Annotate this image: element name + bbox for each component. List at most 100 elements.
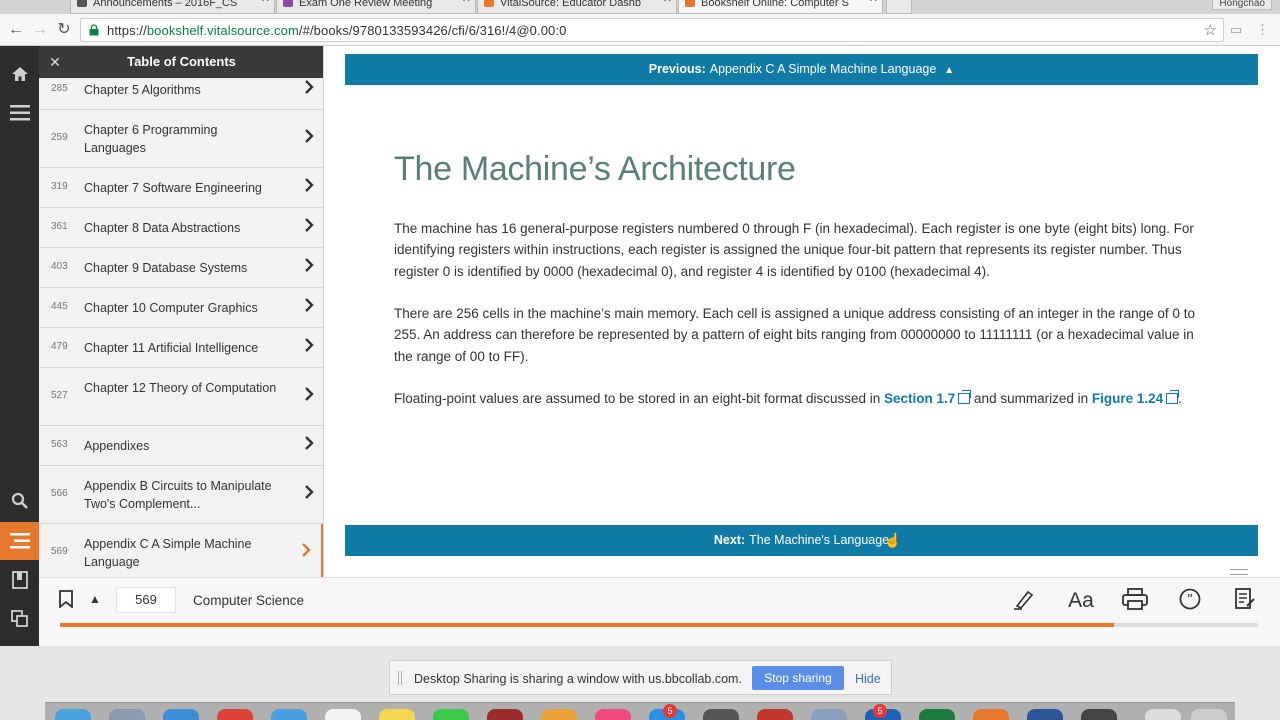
cast-extension-icon[interactable]: ▭	[1230, 22, 1242, 38]
browser-tab[interactable]: Announcements – 2016F_CS ✕	[70, 0, 275, 14]
chevron-right-icon[interactable]	[304, 258, 314, 277]
finder-icon[interactable]	[55, 709, 91, 720]
stop-sharing-button[interactable]: Stop sharing	[752, 666, 844, 690]
toc-item[interactable]: 403 Chapter 9 Database Systems	[39, 248, 323, 288]
text-size-icon[interactable]: Aa	[1064, 588, 1098, 614]
notification-badge: 5	[663, 704, 677, 718]
toc-item[interactable]: 361 Chapter 8 Data Abstractions	[39, 208, 323, 248]
launchpad-icon[interactable]	[109, 709, 145, 720]
new-tab-button[interactable]	[886, 0, 912, 14]
photos-icon[interactable]	[541, 709, 577, 720]
firefox-icon[interactable]	[973, 709, 1009, 720]
menu-icon[interactable]	[0, 94, 39, 132]
browser-tab[interactable]: Exam One Review Meeting ✕	[276, 0, 476, 14]
toc-item[interactable]: 319 Chapter 7 Software Engineering	[39, 168, 323, 208]
toc-item-page: 445	[51, 301, 68, 312]
paragraph-text: and summarized in	[970, 391, 1092, 406]
close-tab-icon[interactable]: ✕	[663, 0, 672, 5]
toc-icon[interactable]	[0, 522, 39, 560]
forward-arrow-icon[interactable]: →	[30, 20, 50, 40]
chevron-up-icon[interactable]: ▲	[89, 592, 101, 606]
profile-button[interactable]: Hongchao	[1212, 0, 1272, 10]
chevron-right-icon[interactable]	[304, 129, 314, 148]
toc-item-page: 361	[51, 221, 68, 232]
external-link-icon	[1166, 390, 1180, 404]
documents-folder-icon[interactable]	[1145, 709, 1181, 720]
next-section-button[interactable]: Next: The Machine's Language	[345, 525, 1258, 556]
chevron-right-icon[interactable]	[304, 218, 314, 237]
url-text: https://bookshelf.vitalsource.com/#/book…	[107, 23, 566, 38]
bookmark-icon[interactable]	[59, 590, 73, 613]
resize-grip-icon[interactable]	[1230, 569, 1248, 575]
toc-item[interactable]: 566 Appendix B Circuits to Manipulate Two…	[39, 466, 323, 524]
paragraph-text: Floating-point values are assumed to be …	[394, 391, 885, 406]
chevron-right-icon[interactable]	[304, 80, 314, 99]
chevron-right-icon[interactable]	[304, 387, 314, 406]
toc-item-label: Chapter 11 Artificial Intelligence	[84, 341, 259, 355]
print-icon[interactable]	[1120, 588, 1150, 614]
notes-app-icon[interactable]	[379, 709, 415, 720]
section-1-7-link[interactable]: Section 1.7	[884, 390, 972, 406]
toc-item[interactable]: 479 Chapter 11 Artificial Intelligence	[39, 328, 323, 368]
chevron-right-icon[interactable]	[304, 485, 314, 504]
hide-button[interactable]: Hide	[855, 672, 881, 686]
figure-1-24-link[interactable]: Figure 1.24	[1092, 390, 1180, 406]
link-text: Section 1.7	[884, 391, 956, 406]
safari-icon[interactable]	[163, 709, 199, 720]
trash-icon[interactable]	[1191, 709, 1227, 720]
powerpoint-icon[interactable]	[757, 709, 793, 720]
search-icon[interactable]	[0, 482, 39, 520]
close-tab-icon[interactable]: ✕	[869, 0, 878, 5]
chevron-right-icon[interactable]	[304, 338, 314, 357]
reading-progress-bar[interactable]	[60, 623, 1258, 627]
chrome-menu-icon[interactable]: ⋮	[1256, 22, 1269, 38]
toc-item[interactable]: 569 Appendix C A Simple Machine Language	[39, 524, 323, 577]
word-icon[interactable]	[1027, 709, 1063, 720]
bookmark-page-icon[interactable]	[0, 561, 39, 599]
preview-icon[interactable]	[811, 709, 847, 720]
page-number-input[interactable]: 569	[116, 587, 176, 613]
drag-handle-icon[interactable]	[398, 671, 402, 685]
back-arrow-icon[interactable]: ←	[6, 20, 26, 40]
toc-item-label: Chapter 10 Computer Graphics	[84, 301, 258, 315]
chevron-right-icon[interactable]	[304, 436, 314, 455]
close-tab-icon[interactable]: ✕	[261, 0, 270, 5]
previous-label: Appendix C A Simple Machine Language	[709, 62, 937, 76]
toc-item[interactable]: 527 Chapter 12 Theory of Computation	[39, 368, 323, 426]
reader-bottom-bar: ▲ 569 Computer Science Aa ”	[39, 577, 1280, 646]
toc-item-label: Appendix B Circuits to Manipulate Two's …	[84, 479, 272, 511]
toc-item[interactable]: 445 Chapter 10 Computer Graphics	[39, 288, 323, 328]
close-tab-icon[interactable]: ✕	[462, 0, 471, 5]
highlighter-icon[interactable]	[1010, 588, 1040, 614]
bookmark-star-icon[interactable]: ☆	[1204, 21, 1217, 39]
notes-icon[interactable]	[1230, 588, 1260, 614]
chrome-icon[interactable]	[217, 709, 253, 720]
contacts-icon[interactable]	[271, 709, 307, 720]
previous-section-button[interactable]: Previous: Appendix C A Simple Machine Lan…	[345, 54, 1258, 85]
home-icon[interactable]	[0, 55, 39, 93]
chevron-right-icon[interactable]	[301, 543, 311, 562]
url-bar[interactable]: https://bookshelf.vitalsource.com/#/book…	[80, 18, 1224, 42]
quote-icon[interactable]: ”	[1175, 588, 1205, 614]
chevron-right-icon[interactable]	[304, 298, 314, 317]
toc-item[interactable]: 259 Chapter 6 Programming Languages	[39, 110, 323, 168]
reload-icon[interactable]: ↻	[54, 20, 74, 40]
copy-icon[interactable]	[0, 600, 39, 638]
messages-icon[interactable]	[433, 709, 469, 720]
browser-tab[interactable]: VitalSource: Educator Dashb ✕	[477, 0, 677, 14]
calendar-icon[interactable]	[325, 709, 361, 720]
itunes-icon[interactable]	[595, 709, 631, 720]
toc-item-page: 319	[51, 181, 68, 192]
excel-icon[interactable]	[919, 709, 955, 720]
reader-pane: Previous: Appendix C A Simple Machine Lan…	[324, 46, 1280, 577]
photo-booth-icon[interactable]	[487, 709, 523, 720]
system-preferences-icon[interactable]	[703, 709, 739, 720]
toc-list: 285 Chapter 5 Algorithms 259 Chapter 6 Prog…	[39, 70, 323, 577]
toc-item-label: Chapter 6 Programming Languages	[84, 123, 218, 155]
external-link-icon	[958, 390, 972, 404]
quicktime-icon[interactable]	[1081, 709, 1117, 720]
chevron-right-icon[interactable]	[304, 178, 314, 197]
browser-tab-active[interactable]: Bookshelf Online: Computer S ✕	[678, 0, 883, 14]
toc-item-page: 527	[51, 390, 68, 401]
toc-item[interactable]: 563 Appendixes	[39, 426, 323, 466]
